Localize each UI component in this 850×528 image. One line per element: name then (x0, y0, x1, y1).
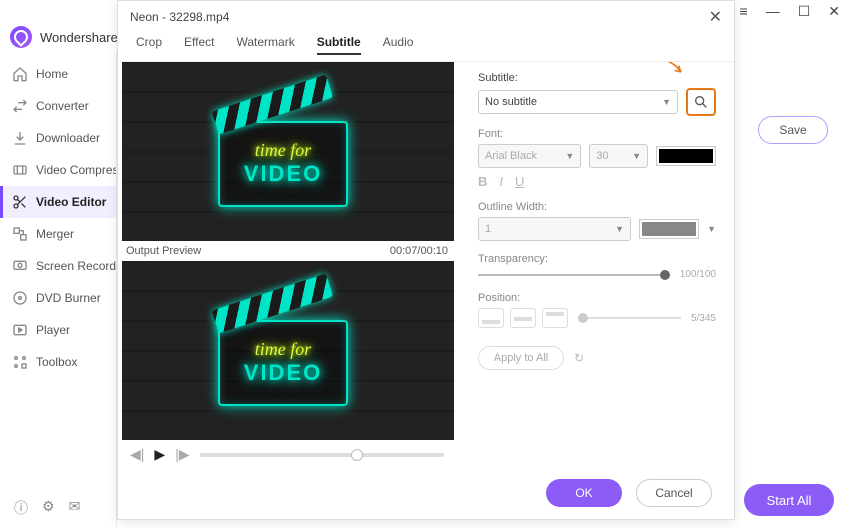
sidebar-item-toolbox[interactable]: Toolbox (0, 346, 116, 378)
transparency-label: Transparency: (478, 253, 716, 265)
source-preview: time forVIDEO (122, 62, 454, 241)
sidebar-item-player[interactable]: Player (0, 314, 116, 346)
sidebar-item-compressor[interactable]: Video Compressor (0, 154, 116, 186)
preview-column: time forVIDEO Output Preview 00:07/00:10… (118, 62, 456, 469)
home-icon (12, 66, 28, 82)
position-top-icon[interactable] (542, 308, 568, 328)
position-slider[interactable] (578, 317, 681, 319)
tab-watermark[interactable]: Watermark (236, 35, 294, 55)
play-icon (12, 322, 28, 338)
outline-width-select[interactable]: 1▼ (478, 217, 631, 241)
tab-audio[interactable]: Audio (383, 35, 414, 55)
font-family-select[interactable]: Arial Black▼ (478, 144, 581, 168)
apply-to-all-button[interactable]: Apply to All (478, 346, 564, 370)
tab-subtitle[interactable]: Subtitle (317, 35, 361, 55)
transport-controls: ◀| ▶ |▶ (122, 440, 452, 469)
hamburger-icon[interactable]: ≡ (740, 3, 748, 19)
subtitle-settings: Search subtitle Subtitle: No subtitle▼ F… (456, 62, 734, 469)
compress-icon (12, 162, 28, 178)
position-bottom-icon[interactable] (478, 308, 504, 328)
brand-name: Wondershare (40, 30, 118, 45)
grid-icon (12, 354, 28, 370)
sidebar-item-converter[interactable]: Converter (0, 90, 116, 122)
transparency-slider[interactable] (478, 274, 670, 276)
prev-frame-icon[interactable]: ◀| (130, 446, 144, 463)
underline-button[interactable]: U (515, 174, 524, 189)
tab-effect[interactable]: Effect (184, 35, 214, 55)
download-icon (12, 130, 28, 146)
merge-icon (12, 226, 28, 242)
position-middle-icon[interactable] (510, 308, 536, 328)
font-color-swatch[interactable] (656, 146, 716, 166)
converter-icon (12, 98, 28, 114)
outline-color-swatch[interactable] (639, 219, 699, 239)
sidebar: Home Converter Downloader Video Compress… (0, 52, 117, 528)
dialog-title: Neon - 32298.mp4 (130, 10, 229, 24)
preview-label: Output Preview (126, 245, 201, 257)
bold-button[interactable]: B (478, 174, 487, 189)
settings-icon[interactable]: ⚙ (42, 498, 55, 518)
refresh-icon[interactable]: ↻ (574, 351, 584, 365)
sidebar-item-video-editor[interactable]: Video Editor (0, 186, 116, 218)
close-window-icon[interactable]: ✕ (828, 3, 840, 20)
subtitle-dialog: Neon - 32298.mp4 ✕ Crop Effect Watermark… (117, 0, 735, 520)
sidebar-item-recorder[interactable]: Screen Recorder (0, 250, 116, 282)
tab-crop[interactable]: Crop (136, 35, 162, 55)
search-subtitle-button[interactable] (686, 88, 716, 116)
seek-slider[interactable] (200, 453, 444, 457)
disc-icon (12, 290, 28, 306)
output-preview: time forVIDEO (122, 261, 454, 440)
record-icon (12, 258, 28, 274)
help-icon[interactable]: ⓘ (14, 498, 28, 518)
italic-button[interactable]: I (499, 174, 503, 189)
app-logo-icon (10, 26, 32, 48)
save-button[interactable]: Save (758, 116, 828, 144)
scissors-icon (12, 194, 28, 210)
mail-icon[interactable]: ✉ (69, 498, 81, 518)
sidebar-item-downloader[interactable]: Downloader (0, 122, 116, 154)
next-frame-icon[interactable]: |▶ (175, 446, 189, 463)
sidebar-item-home[interactable]: Home (0, 58, 116, 90)
ok-button[interactable]: OK (546, 479, 622, 507)
font-label: Font: (478, 128, 716, 140)
position-value: 5/345 (691, 313, 716, 324)
play-button-icon[interactable]: ▶ (154, 446, 165, 463)
maximize-icon[interactable]: ☐ (798, 3, 811, 20)
font-size-select[interactable]: 30▼ (589, 144, 648, 168)
minimize-icon[interactable]: — (766, 3, 780, 19)
time-display: 00:07/00:10 (390, 245, 448, 257)
close-icon[interactable]: ✕ (709, 7, 722, 27)
editor-tabs: Crop Effect Watermark Subtitle Audio (118, 33, 734, 62)
start-all-button[interactable]: Start All (744, 484, 834, 516)
transparency-value: 100/100 (680, 269, 716, 280)
subtitle-select[interactable]: No subtitle▼ (478, 90, 678, 114)
cancel-button[interactable]: Cancel (636, 479, 712, 507)
position-label: Position: (478, 292, 716, 304)
sidebar-item-merger[interactable]: Merger (0, 218, 116, 250)
annotation-arrow-icon (656, 62, 690, 80)
outline-label: Outline Width: (478, 201, 716, 213)
bottom-toolbar: ⓘ ⚙ ✉ (14, 498, 80, 518)
sidebar-item-dvd[interactable]: DVD Burner (0, 282, 116, 314)
